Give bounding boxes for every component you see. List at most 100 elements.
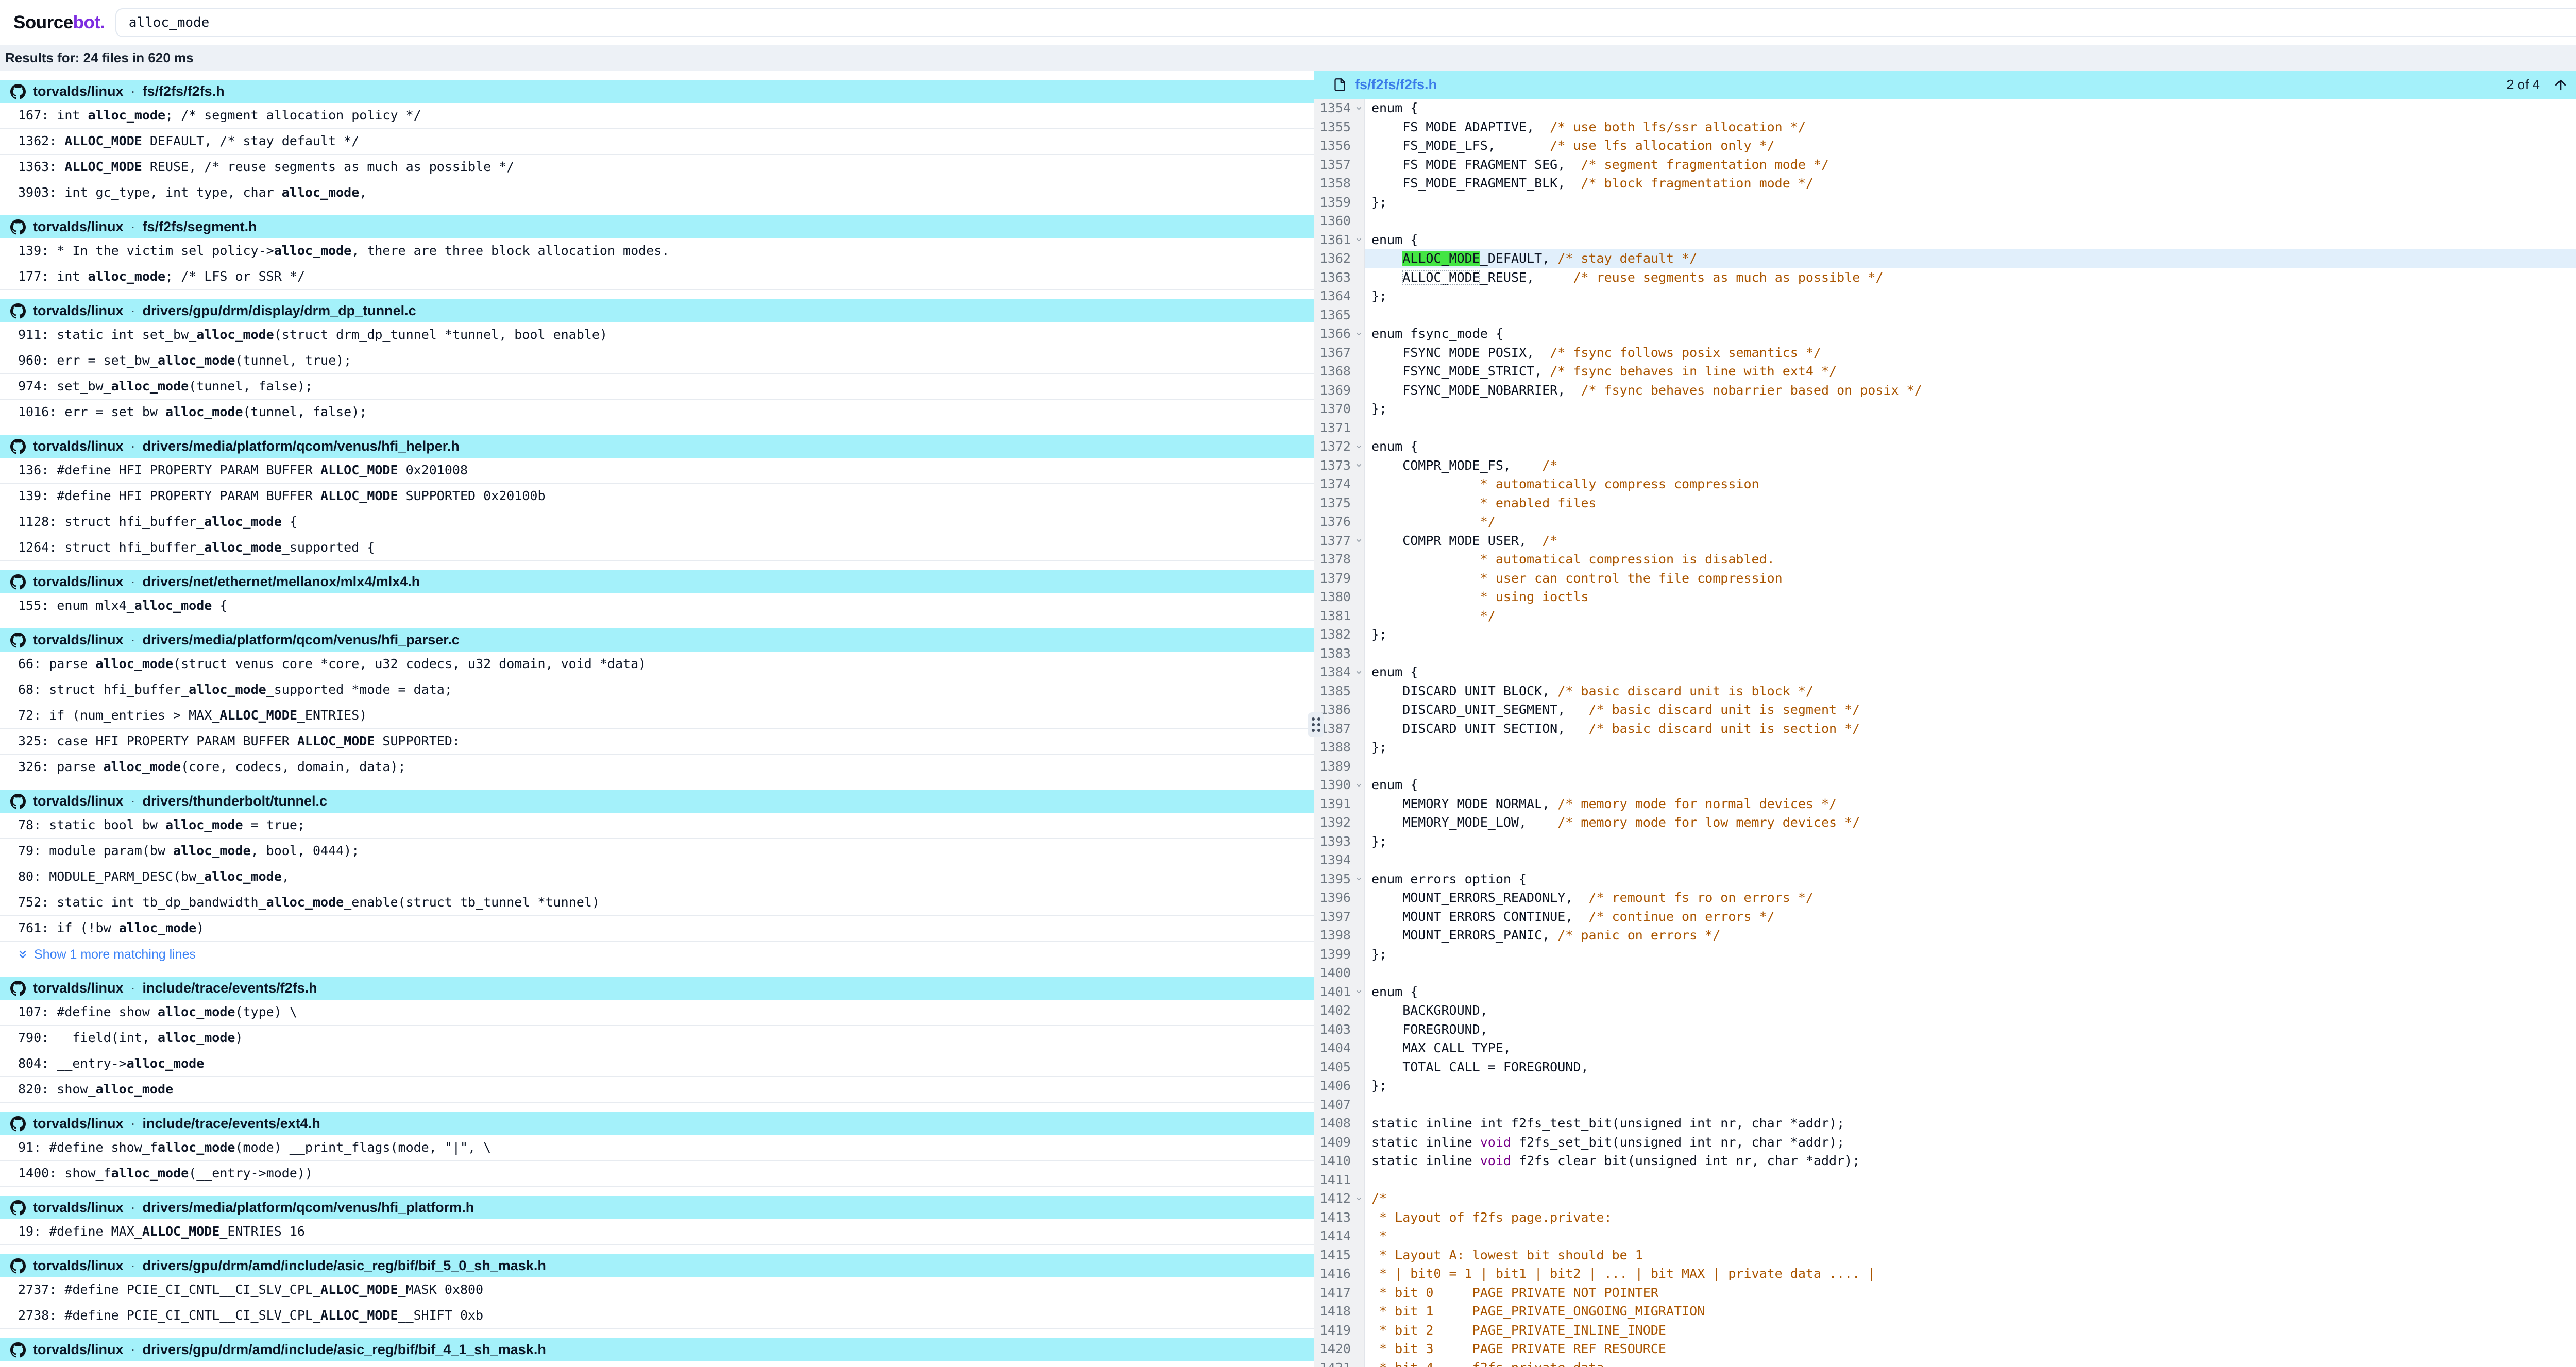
- code-text: FOREGROUND,: [1365, 1020, 2576, 1039]
- match-line-row[interactable]: 804: __entry->alloc_mode: [0, 1051, 1314, 1077]
- preview-file-path[interactable]: fs/f2fs/f2fs.h: [1355, 77, 1437, 93]
- match-line-row[interactable]: 2738: #define PCIE_CI_CNTL__CI_SLV_CPL_A…: [0, 1303, 1314, 1329]
- fold-toggle[interactable]: [1353, 870, 1364, 889]
- result-group-header[interactable]: torvalds/linux·drivers/net/ethernet/mell…: [0, 570, 1314, 593]
- fold-toggle[interactable]: [1353, 99, 1364, 118]
- match-line-row[interactable]: 66: parse_alloc_mode(struct venus_core *…: [0, 652, 1314, 677]
- code-line: 1398 MOUNT_ERRORS_PANIC, /* panic on err…: [1314, 926, 2576, 945]
- fold-spacer: [1353, 419, 1364, 438]
- fold-toggle[interactable]: [1353, 231, 1364, 250]
- match-line-row[interactable]: 1400: show_falloc_mode(__entry->mode)): [0, 1161, 1314, 1187]
- panel-resize-handle[interactable]: [1308, 712, 1324, 737]
- match-line-row[interactable]: 3903: int gc_type, int type, char alloc_…: [0, 180, 1314, 206]
- github-icon: [10, 1200, 26, 1216]
- line-number: 1418: [1314, 1302, 1353, 1321]
- fold-spacer: [1353, 888, 1364, 908]
- match-line-row[interactable]: 325: case HFI_PROPERTY_PARAM_BUFFER_ALLO…: [0, 729, 1314, 755]
- result-group-header[interactable]: torvalds/linux·include/trace/events/ext4…: [0, 1112, 1314, 1135]
- match-line-row[interactable]: 136: #define HFI_PROPERTY_PARAM_BUFFER_A…: [0, 458, 1314, 484]
- result-group-header[interactable]: torvalds/linux·fs/f2fs/f2fs.h: [0, 80, 1314, 103]
- chevron-down-icon: [1355, 330, 1363, 338]
- fold-toggle[interactable]: [1353, 776, 1364, 795]
- chevron-down-icon: [1355, 537, 1363, 544]
- match-line-row[interactable]: 19: #define MAX_ALLOC_MODE_ENTRIES 16: [0, 1219, 1314, 1245]
- code-line: 1379 * user can control the file compres…: [1314, 569, 2576, 588]
- gutter: 1418: [1314, 1302, 1365, 1321]
- match-line-row[interactable]: 72: if (num_entries > MAX_ALLOC_MODE_ENT…: [0, 703, 1314, 729]
- match-line-row[interactable]: 155: enum mlx4_alloc_mode {: [0, 593, 1314, 619]
- fold-toggle[interactable]: [1353, 324, 1364, 344]
- gutter: 1371: [1314, 419, 1365, 438]
- match-line-row[interactable]: 752: static int tb_dp_bandwidth_alloc_mo…: [0, 890, 1314, 916]
- match-line-row[interactable]: 326: parse_alloc_mode(core, codecs, doma…: [0, 755, 1314, 780]
- result-group-header[interactable]: torvalds/linux·drivers/media/platform/qc…: [0, 628, 1314, 652]
- result-group-header[interactable]: torvalds/linux·drivers/gpu/drm/display/d…: [0, 299, 1314, 322]
- fold-toggle[interactable]: [1353, 437, 1364, 456]
- match-line-row[interactable]: 1016: err = set_bw_alloc_mode(tunnel, fa…: [0, 400, 1314, 425]
- code-line: 1404 MAX_CALL_TYPE,: [1314, 1039, 2576, 1058]
- match-line-row[interactable]: 1128: struct hfi_buffer_alloc_mode {: [0, 509, 1314, 535]
- fold-spacer: [1353, 362, 1364, 381]
- match-line-row[interactable]: 2737: #define PCIE_CI_CNTL__CI_SLV_CPL_A…: [0, 1277, 1314, 1303]
- gutter: 1401: [1314, 983, 1365, 1002]
- code-text: enum {: [1365, 231, 2576, 250]
- result-group-header[interactable]: torvalds/linux·include/trace/events/f2fs…: [0, 977, 1314, 1000]
- match-line-row[interactable]: 960: err = set_bw_alloc_mode(tunnel, tru…: [0, 348, 1314, 374]
- previous-match-button[interactable]: [2552, 77, 2569, 93]
- fold-spacer: [1353, 757, 1364, 776]
- line-number: 1421: [1314, 1359, 1353, 1367]
- result-group-header[interactable]: torvalds/linux·drivers/gpu/drm/amd/inclu…: [0, 1254, 1314, 1277]
- file-path: drivers/media/platform/qcom/venus/hfi_he…: [143, 438, 460, 454]
- code-text: };: [1365, 945, 2576, 964]
- match-line-row[interactable]: 80: MODULE_PARM_DESC(bw_alloc_mode,: [0, 864, 1314, 890]
- match-line-row[interactable]: 761: if (!bw_alloc_mode): [0, 916, 1314, 942]
- fold-toggle[interactable]: [1353, 663, 1364, 682]
- github-icon: [10, 574, 26, 590]
- result-group-header[interactable]: torvalds/linux·drivers/thunderbolt/tunne…: [0, 790, 1314, 813]
- match-line-row[interactable]: 78: static bool bw_alloc_mode = true;: [0, 813, 1314, 839]
- match-line-row[interactable]: 107: #define show_alloc_mode(type) \: [0, 1000, 1314, 1026]
- match-line-row[interactable]: 68: struct hfi_buffer_alloc_mode_support…: [0, 677, 1314, 703]
- match-line-row[interactable]: 1264: struct hfi_buffer_alloc_mode_suppo…: [0, 535, 1314, 561]
- match-line-row[interactable]: 177: int alloc_mode; /* LFS or SSR */: [0, 264, 1314, 290]
- repo-name: torvalds/linux: [33, 438, 124, 454]
- match-line-row[interactable]: 820: show_alloc_mode: [0, 1077, 1314, 1103]
- show-more-button[interactable]: Show 1 more matching lines: [0, 942, 1314, 967]
- result-group-header[interactable]: torvalds/linux·drivers/media/platform/qc…: [0, 1196, 1314, 1219]
- fold-toggle[interactable]: [1353, 456, 1364, 475]
- search-input[interactable]: [115, 8, 2576, 37]
- result-group-header[interactable]: torvalds/linux·drivers/media/platform/qc…: [0, 435, 1314, 458]
- result-group-header[interactable]: torvalds/linux·drivers/gpu/drm/amd/inclu…: [0, 1338, 1314, 1361]
- match-line-row[interactable]: 974: set_bw_alloc_mode(tunnel, false);: [0, 374, 1314, 400]
- fold-spacer: [1353, 512, 1364, 532]
- match-line-row[interactable]: 167: int alloc_mode; /* segment allocati…: [0, 103, 1314, 129]
- result-group-header[interactable]: torvalds/linux·fs/f2fs/segment.h: [0, 215, 1314, 238]
- match-line-row[interactable]: 2151: #define PCIE_CI_CNTL__CI_SLV_CPL_A…: [0, 1361, 1314, 1367]
- match-line-row[interactable]: 79: module_param(bw_alloc_mode, bool, 04…: [0, 839, 1314, 864]
- repo-name: torvalds/linux: [33, 1116, 124, 1132]
- fold-spacer: [1353, 1246, 1364, 1265]
- code-text: enum {: [1365, 663, 2576, 682]
- match-line-row[interactable]: 1362: ALLOC_MODE_DEFAULT, /* stay defaul…: [0, 129, 1314, 155]
- match-line-row[interactable]: 139: * In the victim_sel_policy->alloc_m…: [0, 238, 1314, 264]
- separator-dot: ·: [131, 83, 135, 99]
- match-line-row[interactable]: 91: #define show_falloc_mode(mode) __pri…: [0, 1135, 1314, 1161]
- code-text: ALLOC_MODE_REUSE, /* reuse segments as m…: [1365, 268, 2576, 287]
- gutter: 1364: [1314, 287, 1365, 306]
- code-line: 1383: [1314, 644, 2576, 663]
- code-line: 1389: [1314, 757, 2576, 776]
- line-number: 1388: [1314, 738, 1353, 757]
- match-line-row[interactable]: 790: __field(int, alloc_mode): [0, 1026, 1314, 1051]
- fold-spacer: [1353, 1133, 1364, 1152]
- fold-toggle[interactable]: [1353, 1189, 1364, 1208]
- repo-name: torvalds/linux: [33, 1342, 124, 1358]
- match-line-row[interactable]: 911: static int set_bw_alloc_mode(struct…: [0, 322, 1314, 348]
- sourcebot-logo[interactable]: Sourcebot.: [13, 12, 105, 33]
- code-line: 1354enum {: [1314, 99, 2576, 118]
- fold-toggle[interactable]: [1353, 532, 1364, 551]
- fold-spacer: [1353, 682, 1364, 701]
- line-number: 1389: [1314, 757, 1353, 776]
- match-line-row[interactable]: 139: #define HFI_PROPERTY_PARAM_BUFFER_A…: [0, 484, 1314, 509]
- fold-toggle[interactable]: [1353, 983, 1364, 1002]
- match-line-row[interactable]: 1363: ALLOC_MODE_REUSE, /* reuse segment…: [0, 155, 1314, 180]
